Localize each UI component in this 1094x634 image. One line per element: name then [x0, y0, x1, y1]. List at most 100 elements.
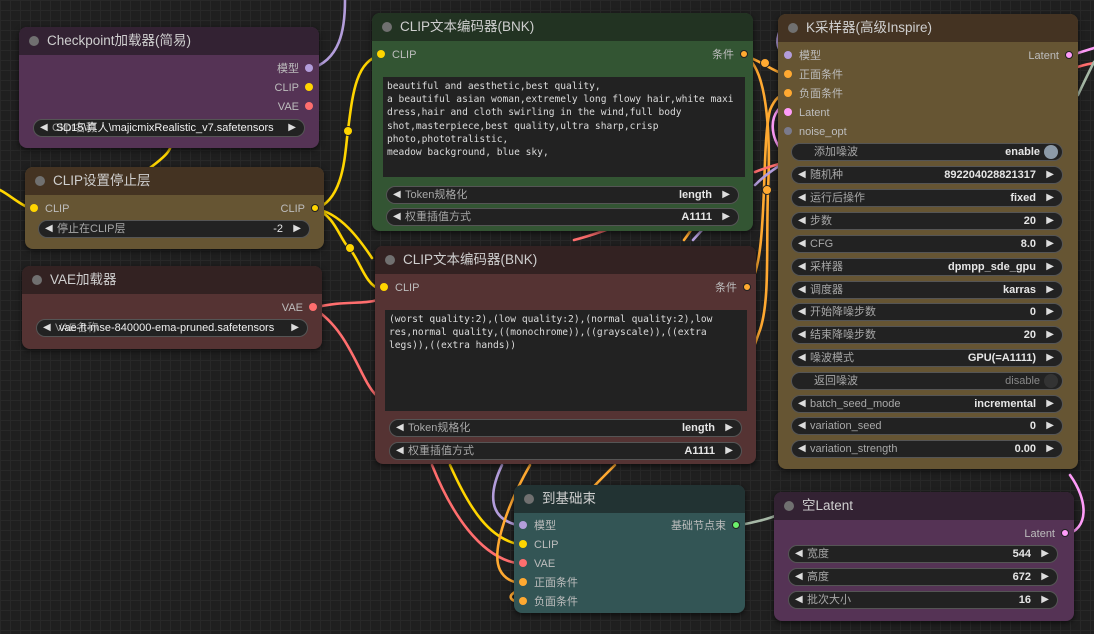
end-at-step-widget[interactable]: ◀ 结束降噪步数 20 ▶ [791, 326, 1063, 344]
input-latent[interactable]: Latent [784, 104, 830, 122]
cfg-widget[interactable]: ◀ CFG 8.0 ▶ [791, 235, 1063, 253]
arrow-left-icon[interactable]: ◀ [798, 167, 806, 183]
node-title-bar[interactable]: VAE加载器 [22, 266, 322, 294]
model-socket-icon[interactable] [305, 64, 313, 73]
node-title-bar[interactable]: CLIP设置停止层 [25, 167, 324, 195]
pipe-socket-icon[interactable] [732, 521, 740, 530]
node-title-bar[interactable]: CLIP文本编码器(BNK) [375, 246, 756, 274]
arrow-right-icon[interactable]: ▶ [1046, 282, 1054, 298]
arrow-left-icon[interactable]: ◀ [798, 327, 806, 343]
conditioning-socket-icon[interactable] [743, 283, 751, 292]
arrow-left-icon[interactable]: ◀ [795, 569, 803, 585]
conditioning-socket-icon[interactable] [740, 50, 748, 59]
prompt-textarea[interactable]: beautiful and aesthetic,best quality, a … [383, 77, 745, 177]
noise-mode-combo[interactable]: ◀ 噪波模式 GPU(=A1111) ▶ [791, 349, 1063, 367]
arrow-left-icon[interactable]: ◀ [798, 213, 806, 229]
arrow-left-icon[interactable]: ◀ [795, 546, 803, 562]
conditioning-socket-icon[interactable] [519, 597, 527, 606]
vae-name-combo[interactable]: ◀ VAE名称 vae-ft-mse-840000-ema-pruned.saf… [36, 319, 308, 337]
arrow-left-icon[interactable]: ◀ [393, 209, 401, 225]
arrow-right-icon[interactable]: ▶ [1041, 592, 1049, 608]
node-title-bar[interactable]: CLIP文本编码器(BNK) [372, 13, 753, 41]
input-clip[interactable]: CLIP [519, 536, 558, 554]
add-noise-toggle[interactable]: 添加噪波 enable [791, 143, 1063, 161]
toggle-knob-icon[interactable] [1044, 374, 1058, 388]
collapse-dot-icon[interactable] [385, 255, 395, 265]
width-widget[interactable]: ◀ 宽度 544 ▶ [788, 545, 1058, 563]
arrow-right-icon[interactable]: ▶ [1046, 259, 1054, 275]
return-noise-toggle[interactable]: 返回噪波 disable [791, 372, 1063, 390]
clip-text-encoder-positive-node[interactable]: CLIP文本编码器(BNK) CLIP 条件 beautiful and aes… [372, 13, 753, 231]
collapse-dot-icon[interactable] [788, 23, 798, 33]
arrow-left-icon[interactable]: ◀ [43, 320, 51, 336]
noise-socket-icon[interactable] [784, 127, 792, 136]
arrow-right-icon[interactable]: ▶ [1046, 190, 1054, 206]
conditioning-socket-icon[interactable] [784, 89, 792, 98]
start-at-step-widget[interactable]: ◀ 开始降噪步数 0 ▶ [791, 303, 1063, 321]
arrow-left-icon[interactable]: ◀ [798, 259, 806, 275]
arrow-right-icon[interactable]: ▶ [1046, 304, 1054, 320]
arrow-left-icon[interactable]: ◀ [798, 236, 806, 252]
arrow-right-icon[interactable]: ▶ [1041, 546, 1049, 562]
arrow-right-icon[interactable]: ▶ [722, 209, 730, 225]
stop-at-clip-layer-widget[interactable]: ◀ 停止在CLIP层 -2 ▶ [38, 220, 310, 238]
collapse-dot-icon[interactable] [32, 275, 42, 285]
node-title-bar[interactable]: 空Latent [774, 492, 1074, 520]
steps-widget[interactable]: ◀ 步数 20 ▶ [791, 212, 1063, 230]
variation-seed-widget[interactable]: ◀ variation_seed 0 ▶ [791, 417, 1063, 435]
vae-socket-icon[interactable] [305, 102, 313, 111]
latent-socket-icon[interactable] [784, 108, 792, 117]
arrow-left-icon[interactable]: ◀ [396, 443, 404, 459]
sampler-combo[interactable]: ◀ 采样器 dpmpp_sde_gpu ▶ [791, 258, 1063, 276]
latent-socket-icon[interactable] [1065, 51, 1073, 60]
toggle-knob-icon[interactable] [1044, 145, 1058, 159]
arrow-right-icon[interactable]: ▶ [1046, 418, 1054, 434]
token-normalization-combo[interactable]: ◀ Token规格化 length ▶ [389, 419, 742, 437]
clip-socket-icon[interactable] [519, 540, 527, 549]
input-clip[interactable]: CLIP [377, 46, 416, 64]
ksampler-advanced-inspire-node[interactable]: K采样器(高级Inspire) 模型 正面条件 负面条件 Latent nois… [778, 14, 1078, 469]
input-positive[interactable]: 正面条件 [519, 574, 578, 592]
arrow-right-icon[interactable]: ▶ [725, 443, 733, 459]
node-title-bar[interactable]: Checkpoint加载器(简易) [19, 27, 319, 55]
scheduler-combo[interactable]: ◀ 调度器 karras ▶ [791, 281, 1063, 299]
model-socket-icon[interactable] [784, 51, 792, 60]
to-basic-pipe-node[interactable]: 到基础束 模型 CLIP VAE 正面条件 负面条件 基础节点束 [514, 485, 745, 613]
output-vae[interactable]: VAE [278, 98, 313, 116]
vae-loader-node[interactable]: VAE加载器 VAE ◀ VAE名称 vae-ft-mse-840000-ema… [22, 266, 322, 349]
arrow-right-icon[interactable]: ▶ [1046, 236, 1054, 252]
arrow-right-icon[interactable]: ▶ [1041, 569, 1049, 585]
latent-socket-icon[interactable] [1061, 529, 1069, 538]
batch-size-widget[interactable]: ◀ 批次大小 16 ▶ [788, 591, 1058, 609]
conditioning-socket-icon[interactable] [519, 578, 527, 587]
ckpt-name-combo[interactable]: ◀ Ckpt名称 SD15\真人\majicmixRealistic_v7.sa… [33, 119, 305, 137]
arrow-right-icon[interactable]: ▶ [1046, 167, 1054, 183]
weight-interpretation-combo[interactable]: ◀ 权重插值方式 A1111 ▶ [386, 208, 739, 226]
arrow-left-icon[interactable]: ◀ [798, 441, 806, 457]
arrow-left-icon[interactable]: ◀ [798, 282, 806, 298]
arrow-right-icon[interactable]: ▶ [722, 187, 730, 203]
node-title-bar[interactable]: K采样器(高级Inspire) [778, 14, 1078, 42]
output-vae[interactable]: VAE [282, 299, 317, 317]
arrow-right-icon[interactable]: ▶ [1046, 327, 1054, 343]
control-after-generate-combo[interactable]: ◀ 运行后操作 fixed ▶ [791, 189, 1063, 207]
output-basic-pipe[interactable]: 基础节点束 [671, 517, 740, 535]
arrow-left-icon[interactable]: ◀ [798, 304, 806, 320]
output-model[interactable]: 模型 [277, 60, 313, 78]
arrow-left-icon[interactable]: ◀ [795, 592, 803, 608]
arrow-left-icon[interactable]: ◀ [40, 120, 48, 136]
prompt-textarea[interactable]: (worst quality:2),(low quality:2),(norma… [385, 310, 747, 411]
arrow-left-icon[interactable]: ◀ [45, 221, 53, 237]
arrow-right-icon[interactable]: ▶ [1046, 350, 1054, 366]
clip-socket-icon[interactable] [30, 204, 38, 213]
collapse-dot-icon[interactable] [29, 36, 39, 46]
node-title-bar[interactable]: 到基础束 [514, 485, 745, 513]
input-negative[interactable]: 负面条件 [784, 85, 843, 103]
collapse-dot-icon[interactable] [784, 501, 794, 511]
vae-socket-icon[interactable] [519, 559, 527, 568]
variation-strength-widget[interactable]: ◀ variation_strength 0.00 ▶ [791, 440, 1063, 458]
clip-set-last-layer-node[interactable]: CLIP设置停止层 CLIP CLIP ◀ 停止在CLIP层 -2 ▶ [25, 167, 324, 249]
clip-socket-icon[interactable] [311, 204, 319, 213]
input-positive[interactable]: 正面条件 [784, 66, 843, 84]
input-model[interactable]: 模型 [784, 47, 821, 65]
